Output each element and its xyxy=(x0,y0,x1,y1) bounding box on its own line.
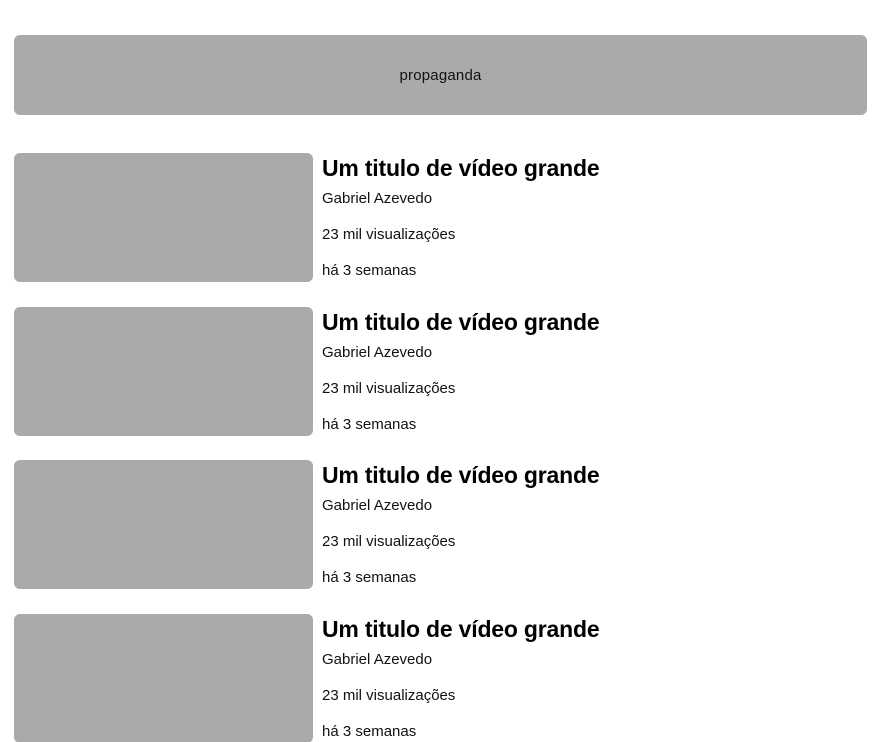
video-views: 23 mil visualizações xyxy=(322,226,456,243)
ad-banner[interactable]: propaganda xyxy=(14,35,867,115)
page: propaganda Um titulo de vídeo grande Gab… xyxy=(0,0,883,742)
video-thumbnail[interactable] xyxy=(14,306,313,436)
video-thumbnail[interactable] xyxy=(14,153,313,282)
video-title[interactable]: Um titulo de vídeo grande xyxy=(322,460,600,490)
ad-label: propaganda xyxy=(399,66,482,84)
video-item[interactable]: Um titulo de vídeo grande Gabriel Azeved… xyxy=(14,460,867,590)
video-title[interactable]: Um titulo de vídeo grande xyxy=(322,153,600,183)
video-thumbnail[interactable] xyxy=(14,460,313,590)
video-channel[interactable]: Gabriel Azevedo xyxy=(322,651,599,669)
video-thumbnail[interactable] xyxy=(14,614,313,742)
video-info: Um titulo de vídeo grande Gabriel Azeved… xyxy=(322,614,600,742)
video-title[interactable]: Um titulo de vídeo grande xyxy=(322,614,600,644)
video-info: Um titulo de vídeo grande Gabriel Azeved… xyxy=(322,153,600,282)
video-age: há 3 semanas xyxy=(322,262,417,279)
video-channel[interactable]: Gabriel Azevedo xyxy=(322,190,599,208)
video-channel[interactable]: Gabriel Azevedo xyxy=(322,344,599,362)
video-info: Um titulo de vídeo grande Gabriel Azeved… xyxy=(322,460,600,589)
video-channel[interactable]: Gabriel Azevedo xyxy=(322,497,599,515)
video-list: Um titulo de vídeo grande Gabriel Azeved… xyxy=(14,153,867,742)
video-age: há 3 semanas xyxy=(322,569,417,587)
video-views: 23 mil visualizações xyxy=(322,533,456,551)
video-item[interactable]: Um titulo de vídeo grande Gabriel Azeved… xyxy=(14,306,867,436)
video-title[interactable]: Um titulo de vídeo grande xyxy=(322,307,600,337)
video-info: Um titulo de vídeo grande Gabriel Azeved… xyxy=(322,307,600,436)
video-item[interactable]: Um titulo de vídeo grande Gabriel Azeved… xyxy=(14,153,867,282)
video-age: há 3 semanas xyxy=(322,723,417,741)
video-item[interactable]: Um titulo de vídeo grande Gabriel Azeved… xyxy=(14,614,867,742)
video-age: há 3 semanas xyxy=(322,415,417,433)
video-views: 23 mil visualizações xyxy=(322,687,456,705)
video-views: 23 mil visualizações xyxy=(322,379,456,397)
